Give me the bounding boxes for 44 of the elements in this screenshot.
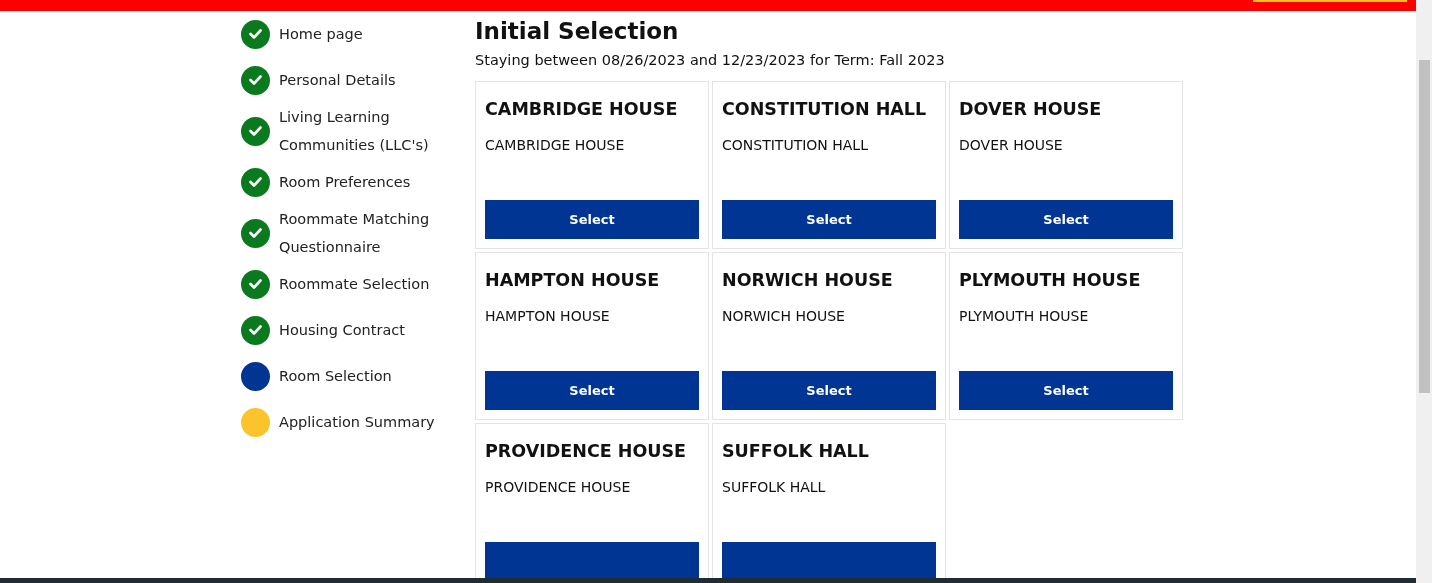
stay-dates-text: Staying between 08/26/2023 and 12/23/2023 for Term: Fall 2023 <box>475 51 946 70</box>
hall-name: CAMBRIDGE HOUSE <box>485 98 679 121</box>
hall-name: NORWICH HOUSE <box>722 269 894 292</box>
hall-name: SUFFOLK HALL <box>722 440 870 463</box>
scrollbar[interactable] <box>1416 0 1432 583</box>
select-button[interactable]: Select <box>959 200 1173 239</box>
check-icon <box>249 126 262 136</box>
step-label[interactable]: Living Learning Communities (LLC's) <box>279 103 459 159</box>
select-button[interactable]: Select <box>959 371 1173 410</box>
check-icon <box>249 228 262 238</box>
hall-description: SUFFOLK HALL <box>722 478 827 497</box>
check-icon <box>249 177 262 187</box>
step-label[interactable]: Room Preferences <box>279 168 459 196</box>
step-label[interactable]: Housing Contract <box>279 316 459 344</box>
hall-name: CONSTITUTION HALL <box>722 98 928 121</box>
hall-description: CAMBRIDGE HOUSE <box>485 136 626 155</box>
step-label[interactable]: Application Summary <box>279 408 459 436</box>
hall-description: PLYMOUTH HOUSE <box>959 307 1090 326</box>
hall-name: PROVIDENCE HOUSE <box>485 440 688 463</box>
check-icon <box>249 325 262 335</box>
step-label[interactable]: Roommate Matching Questionnaire <box>279 205 459 261</box>
scrollbar-thumb[interactable] <box>1419 60 1430 393</box>
check-icon <box>249 29 262 39</box>
select-button[interactable]: Select <box>485 371 699 410</box>
step-label[interactable]: Roommate Selection <box>279 270 459 298</box>
select-button[interactable]: Select <box>722 200 936 239</box>
check-icon <box>249 279 262 289</box>
select-button[interactable] <box>485 542 699 581</box>
select-button[interactable]: Select <box>722 371 936 410</box>
hall-description: NORWICH HOUSE <box>722 307 846 326</box>
step-label[interactable]: Home page <box>279 20 459 48</box>
hall-description: PROVIDENCE HOUSE <box>485 478 632 497</box>
hall-description: DOVER HOUSE <box>959 136 1064 155</box>
step-label[interactable]: Personal Details <box>279 66 459 94</box>
hall-name: HAMPTON HOUSE <box>485 269 661 292</box>
select-button[interactable]: Select <box>485 200 699 239</box>
check-icon <box>249 75 262 85</box>
hall-name: PLYMOUTH HOUSE <box>959 269 1142 292</box>
step-label[interactable]: Room Selection <box>279 362 459 390</box>
page-title: Initial Selection <box>475 17 680 46</box>
select-button[interactable] <box>722 542 936 581</box>
hall-name: DOVER HOUSE <box>959 98 1103 121</box>
hall-description: HAMPTON HOUSE <box>485 307 611 326</box>
hall-description: CONSTITUTION HALL <box>722 136 869 155</box>
